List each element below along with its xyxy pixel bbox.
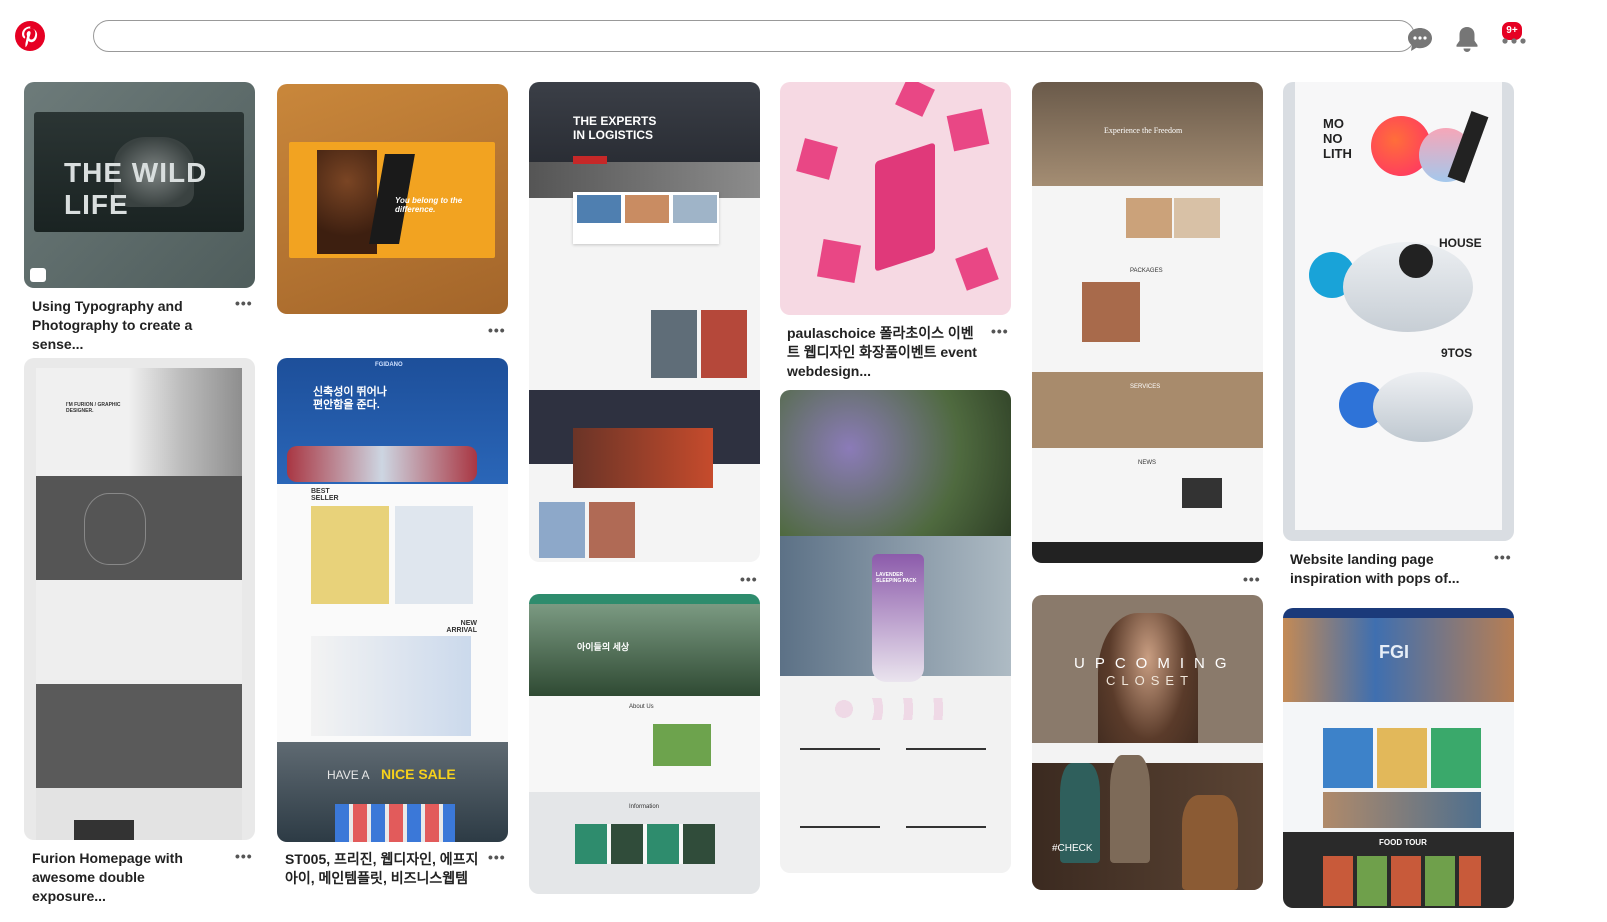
upcoming-title: UPCOMING: [1074, 655, 1237, 672]
upcoming-tag: #CHECK: [1052, 843, 1093, 854]
pin-image-upcoming[interactable]: UPCOMING CLOSET #CHECK: [1032, 595, 1263, 890]
pin-image-lavender[interactable]: LAVENDER SLEEPING PACK: [780, 390, 1011, 873]
orange-model-text: You belong to the difference.: [395, 196, 463, 214]
pin-image-wildlife[interactable]: THE WILD LIFE: [24, 82, 255, 288]
pin-image-tour[interactable]: FGI FOOD TOUR: [1283, 608, 1514, 908]
hotel-overlay-title: Experience the Freedom: [1104, 126, 1183, 135]
pin-more-button[interactable]: •••: [1494, 550, 1512, 564]
fgidano-sale: NICE SALE: [381, 766, 456, 782]
monolith-overlay-title: MO NO LITH: [1323, 116, 1352, 161]
forest-headline: 아이들의 세상: [577, 642, 630, 652]
bell-icon[interactable]: [1452, 24, 1482, 54]
forest-section-info: Information: [629, 804, 660, 810]
tour-overlay: FGI: [1379, 642, 1409, 662]
pin-caption-wildlife[interactable]: Using Typography and Photography to crea…: [32, 297, 212, 354]
pin-image-monolith[interactable]: MO NO LITH HOUSE 9TOS: [1283, 82, 1514, 541]
pin-more-button[interactable]: •••: [488, 850, 506, 864]
pin-caption-monolith[interactable]: Website landing page inspiration with po…: [1290, 550, 1476, 588]
tour-title: FOOD TOUR: [1379, 838, 1427, 847]
furion-label: I'M FURION / GRAPHIC DESIGNER.: [66, 402, 121, 414]
fgidano-brand: FGIDANO: [375, 362, 403, 368]
wildlife-overlay-title: THE WILD LIFE: [64, 157, 208, 220]
fgidano-sale-prefix: HAVE A: [327, 768, 370, 782]
hotel-section-news: NEWS: [1138, 460, 1156, 466]
pin-more-button[interactable]: •••: [991, 324, 1009, 338]
pin-more-button[interactable]: •••: [740, 572, 758, 586]
source-icon: [30, 268, 46, 282]
upcoming-subtitle: CLOSET: [1106, 673, 1195, 688]
pin-more-button[interactable]: •••: [1243, 572, 1261, 586]
pinterest-logo-icon[interactable]: [14, 20, 46, 52]
pin-more-button[interactable]: •••: [235, 849, 253, 863]
pin-image-logistics[interactable]: THE EXPERTS IN LOGISTICS: [529, 82, 760, 562]
pin-image-furion[interactable]: I'M FURION / GRAPHIC DESIGNER.: [24, 358, 255, 840]
search-input[interactable]: [93, 20, 1415, 52]
pin-caption-gifts[interactable]: paulaschoice 폴라초이스 이벤트 웹디자인 화장품이벤트 event…: [787, 324, 983, 381]
pin-image-forest[interactable]: 아이들의 세상 About Us Information: [529, 594, 760, 894]
pin-image-hotel[interactable]: Experience the Freedom PACKAGES SERVICES…: [1032, 82, 1263, 563]
fgidano-best: BEST SELLER: [311, 488, 339, 502]
logistics-overlay-title: THE EXPERTS IN LOGISTICS: [573, 114, 657, 142]
pin-image-orange-model[interactable]: You belong to the difference.: [277, 84, 508, 314]
forest-section-about: About Us: [629, 704, 654, 710]
pin-caption-fgidano[interactable]: ST005, 프리진, 웹디자인, 에프지 아이, 메인템플릿, 비즈니스웹템: [285, 850, 481, 888]
monolith-word-9tos: 9TOS: [1441, 346, 1473, 360]
monolith-word-house: HOUSE: [1439, 236, 1482, 250]
lavender-product: LAVENDER SLEEPING PACK: [876, 572, 917, 584]
fgidano-headline: 신축성이 뛰어나 편안함을 준다.: [313, 386, 387, 411]
pin-more-button[interactable]: •••: [235, 296, 253, 310]
pin-image-fgidano[interactable]: FGIDANO 신축성이 뛰어나 편안함을 준다. BEST SELLER NE…: [277, 358, 508, 842]
hotel-section-packages: PACKAGES: [1130, 268, 1163, 274]
more-icon[interactable]: [1499, 26, 1529, 56]
fgidano-new: NEW ARRIVAL: [446, 620, 477, 634]
pin-image-gifts[interactable]: [780, 82, 1011, 315]
top-bar: 9+: [0, 0, 1607, 76]
hotel-section-services: SERVICES: [1130, 384, 1161, 390]
chat-icon[interactable]: [1405, 24, 1435, 54]
pin-caption-furion[interactable]: Furion Homepage with awesome double expo…: [32, 849, 222, 906]
pin-more-button[interactable]: •••: [488, 323, 506, 337]
